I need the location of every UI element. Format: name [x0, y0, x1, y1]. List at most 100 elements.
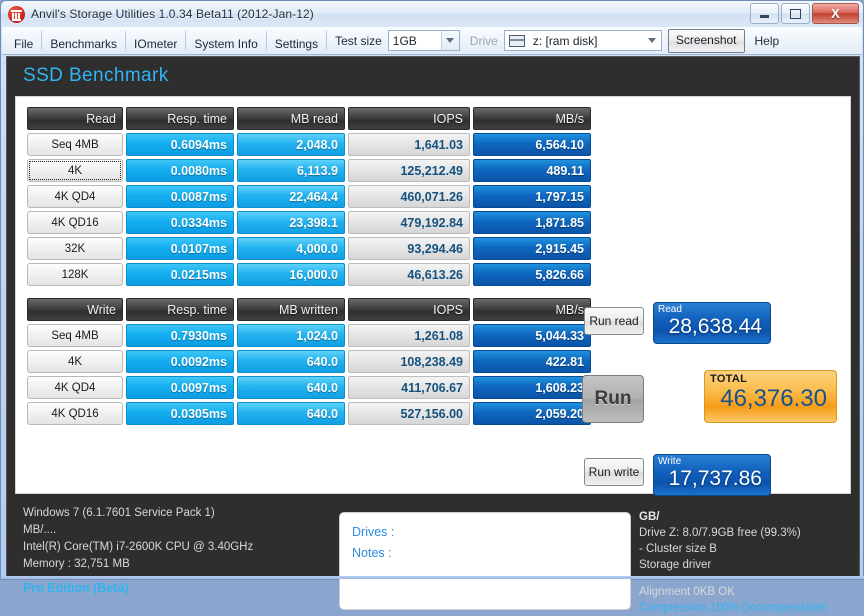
table-row: 4K QD16 0.0305ms 640.0 527,156.00 2,059.20 — [27, 402, 591, 425]
read-results-table: Read Resp. time MB read IOPS MB/s Seq 4M… — [24, 104, 594, 289]
write-mbs-cell: 422.81 — [473, 350, 591, 373]
drive-capacity: Drive Z: 8.0/7.9GB free (99.3%) — [639, 527, 801, 539]
write-resp-time-cell: 0.0092ms — [126, 350, 234, 373]
read-mbs-cell: 2,915.45 — [473, 237, 591, 260]
table-row: 4K QD4 0.0097ms 640.0 411,706.67 1,608.23 — [27, 376, 591, 399]
run-write-button[interactable]: Run write — [584, 458, 644, 486]
read-resp-time-cell: 0.0107ms — [126, 237, 234, 260]
page-title: SSD Benchmark — [23, 65, 169, 86]
read-row-label[interactable]: 4K — [27, 159, 123, 182]
total-score-label: TOTAL — [710, 373, 748, 385]
table-row: 4K QD16 0.0334ms 23,398.1 479,192.84 1,871.8… — [27, 211, 591, 234]
write-mbs-cell: 2,059.20 — [473, 402, 591, 425]
read-mb-cell: 6,113.9 — [237, 159, 345, 182]
read-score-label: Read — [658, 304, 682, 315]
maximize-button[interactable] — [781, 3, 810, 24]
drive-units: GB/ — [639, 511, 660, 523]
system-units: MB/.... — [23, 524, 57, 536]
read-mbs-cell: 489.11 — [473, 159, 591, 182]
read-mbs-cell: 1,797.15 — [473, 185, 591, 208]
read-row-label[interactable]: Seq 4MB — [27, 133, 123, 156]
read-mb-cell: 16,000.0 — [237, 263, 345, 286]
run-button[interactable]: Run — [582, 375, 644, 423]
menu-bar: File Benchmarks IOmeter System Info Sett… — [2, 27, 862, 55]
menu-item-help[interactable]: Help — [745, 34, 790, 48]
test-size-value: 1GB — [392, 33, 417, 48]
write-row-label[interactable]: Seq 4MB — [27, 324, 123, 347]
write-header-iops: IOPS — [348, 298, 470, 321]
table-row: 128K 0.0215ms 16,000.0 46,613.26 5,826.66 — [27, 263, 591, 286]
test-size-select[interactable]: 1GB — [387, 30, 460, 51]
menu-item-benchmarks[interactable]: Benchmarks — [42, 31, 127, 51]
menu-item-system-info[interactable]: System Info — [186, 31, 267, 51]
write-row-label[interactable]: 4K QD4 — [27, 376, 123, 399]
table-row: Seq 4MB 0.6094ms 2,048.0 1,641.03 6,564.10 — [27, 133, 591, 156]
drive-compression: Compression 100% (Incompressible) — [639, 602, 828, 614]
chevron-down-icon[interactable] — [440, 31, 459, 50]
write-mb-cell: 1,024.0 — [237, 324, 345, 347]
read-mbs-cell: 5,826.66 — [473, 263, 591, 286]
close-button[interactable]: X — [812, 3, 859, 24]
read-mb-cell: 4,000.0 — [237, 237, 345, 260]
write-header-mbs: MB/s — [473, 298, 591, 321]
write-resp-time-cell: 0.0305ms — [126, 402, 234, 425]
read-row-label[interactable]: 4K QD4 — [27, 185, 123, 208]
notes-box[interactable]: Drives : Notes : — [339, 512, 631, 610]
drive-select[interactable]: z: [ram disk] — [503, 30, 662, 51]
read-iops-cell: 125,212.49 — [348, 159, 470, 182]
read-row-label[interactable]: 32K — [27, 237, 123, 260]
write-score-value: 17,737.86 — [668, 467, 762, 490]
write-mb-cell: 640.0 — [237, 350, 345, 373]
write-row-label[interactable]: 4K QD16 — [27, 402, 123, 425]
read-score-badge: Read 28,638.44 — [653, 302, 771, 344]
title-bar: Anvil's Storage Utilities 1.0.34 Beta11 … — [1, 1, 863, 27]
write-mbs-cell: 5,044.33 — [473, 324, 591, 347]
read-score-value: 28,638.44 — [668, 315, 762, 338]
write-resp-time-cell: 0.0097ms — [126, 376, 234, 399]
window-title: Anvil's Storage Utilities 1.0.34 Beta11 … — [31, 7, 314, 21]
drives-label: Drives : — [352, 525, 395, 539]
anvil-icon — [8, 5, 25, 23]
app-body: SSD Benchmark Read Resp. time MB read IO… — [6, 56, 860, 614]
system-os: Windows 7 (6.1.7601 Service Pack 1) — [23, 507, 215, 519]
read-header-mbs: MB/s — [473, 107, 591, 130]
run-read-button[interactable]: Run read — [584, 307, 644, 335]
notes-label: Notes : — [352, 546, 392, 560]
window-controls: X — [750, 3, 859, 24]
read-iops-cell: 460,071.26 — [348, 185, 470, 208]
menu-item-iometer[interactable]: IOmeter — [126, 31, 187, 51]
system-info-panel: Windows 7 (6.1.7601 Service Pack 1) MB/.… — [23, 505, 323, 597]
drive-icon — [508, 34, 525, 47]
table-row: 4K 0.0092ms 640.0 108,238.49 422.81 — [27, 350, 591, 373]
chevron-down-icon[interactable] — [644, 31, 661, 50]
read-row-label[interactable]: 128K — [27, 263, 123, 286]
menu-item-settings[interactable]: Settings — [267, 31, 328, 51]
write-mb-cell: 640.0 — [237, 376, 345, 399]
table-row: Seq 4MB 0.7930ms 1,024.0 1,261.08 5,044.33 — [27, 324, 591, 347]
read-table-body: Seq 4MB 0.6094ms 2,048.0 1,641.03 6,564.10 4K… — [27, 133, 591, 286]
minimize-button[interactable] — [750, 3, 779, 24]
read-row-label[interactable]: 4K QD16 — [27, 211, 123, 234]
minimize-icon — [760, 15, 769, 18]
window-bottom-edge — [1, 576, 864, 579]
screenshot-button[interactable]: Screenshot — [667, 28, 745, 53]
read-header-mb-read: MB read — [237, 107, 345, 130]
read-resp-time-cell: 0.6094ms — [126, 133, 234, 156]
read-header-resp-time: Resp. time — [126, 107, 234, 130]
read-mb-cell: 22,464.4 — [237, 185, 345, 208]
write-iops-cell: 1,261.08 — [348, 324, 470, 347]
application-window: Anvil's Storage Utilities 1.0.34 Beta11 … — [0, 0, 864, 614]
write-table-body: Seq 4MB 0.7930ms 1,024.0 1,261.08 5,044.33 4K… — [27, 324, 591, 425]
read-resp-time-cell: 0.0334ms — [126, 211, 234, 234]
system-cpu: Intel(R) Core(TM) i7-2600K CPU @ 3.40GHz — [23, 541, 254, 553]
read-mbs-cell: 1,871.85 — [473, 211, 591, 234]
write-row-label[interactable]: 4K — [27, 350, 123, 373]
menu-item-file[interactable]: File — [6, 31, 43, 51]
total-score-value: 46,376.30 — [720, 385, 827, 412]
read-header-read: Read — [27, 107, 123, 130]
maximize-icon — [790, 8, 801, 19]
table-row: 4K 0.0080ms 6,113.9 125,212.49 489.11 — [27, 159, 591, 182]
read-resp-time-cell: 0.0215ms — [126, 263, 234, 286]
read-mb-cell: 23,398.1 — [237, 211, 345, 234]
write-header-write: Write — [27, 298, 123, 321]
